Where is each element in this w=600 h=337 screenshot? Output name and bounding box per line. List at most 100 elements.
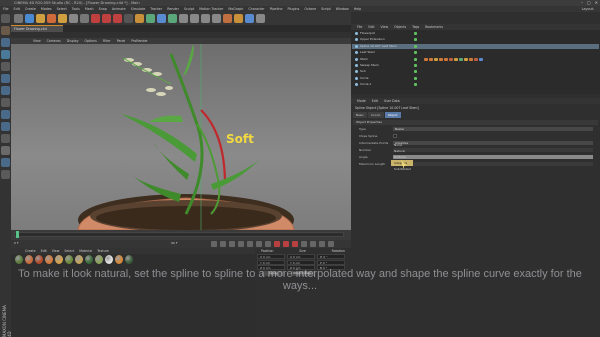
attribute-value[interactable] [393,155,593,159]
toolbar-icon-3[interactable] [47,14,56,23]
timeline-ruler[interactable] [14,232,344,237]
transport-button-11[interactable] [310,241,316,247]
toolbar-icon-5[interactable] [69,14,78,23]
transport-button-12[interactable] [319,241,325,247]
transport-button-7[interactable] [274,241,280,247]
attribute-menu-mode[interactable]: Mode [357,98,366,104]
visibility-check-icon[interactable] [414,32,417,35]
material-swatch[interactable] [45,255,53,264]
toolbar-icon-1[interactable] [25,14,34,23]
transport-button-5[interactable] [256,241,262,247]
intermediate-points-dropdown[interactable]: None Natural Uniform Adaptive Subdivided [391,142,413,176]
toolbar-icon-13[interactable] [157,14,166,23]
material-swatch[interactable] [85,255,93,264]
left-tool-icon-13[interactable] [1,170,10,179]
transport-button-9[interactable] [292,241,298,247]
object-tag-icon[interactable] [449,57,453,61]
toolbar-icon-18[interactable] [212,14,221,23]
object-row[interactable]: Circle.1 [352,82,599,87]
toolbar-icon-19[interactable] [223,14,232,23]
transport-button-10[interactable] [301,241,307,247]
transport-button-3[interactable] [238,241,244,247]
object-row[interactable]: Stem [352,57,599,62]
object-tag-icon[interactable] [464,57,468,61]
material-swatch[interactable] [55,255,63,264]
object-row[interactable]: Leaf Stem [352,50,599,55]
material-swatch[interactable] [65,255,73,264]
coordinate-field[interactable]: H 0 ° [317,254,345,259]
toolbar-icon-11[interactable] [135,14,144,23]
visibility-check-icon[interactable] [414,38,417,42]
object-row[interactable]: Flowerpot [352,31,599,36]
material-swatch[interactable] [35,255,43,264]
left-tool-icon-7[interactable] [1,98,10,107]
visibility-check-icon[interactable] [414,76,417,80]
transport-button-6[interactable] [265,241,271,247]
left-tool-icon-2[interactable] [1,38,10,47]
object-tag-icon[interactable] [429,57,433,61]
toolbar-icon-9[interactable] [113,14,122,23]
attribute-value[interactable] [393,148,593,152]
material-swatch[interactable] [115,255,123,264]
material-swatch[interactable] [75,255,83,264]
visibility-check-icon[interactable] [414,70,417,74]
coordinate-field[interactable]: Y 0 cm [287,259,315,265]
attribute-value[interactable]: Adaptive [393,141,593,145]
left-tool-icon-3[interactable] [1,50,10,59]
visibility-check-icon[interactable] [414,57,417,61]
toolbar-icon-21[interactable] [245,14,254,23]
toolbar-icon-15[interactable] [179,14,188,23]
left-tool-icon-10[interactable] [1,134,10,143]
object-row[interactable]: Upper Extension [352,37,599,42]
dropdown-option-subdivided[interactable]: Subdivided [391,166,413,172]
object-tag-icon[interactable] [454,57,458,61]
toolbar-icon-17[interactable] [201,14,210,23]
object-tag-icon[interactable] [474,57,478,61]
close-spline-checkbox[interactable] [393,134,397,138]
object-row[interactable]: Soil [352,69,599,74]
toolbar-icon-14[interactable] [168,14,177,23]
toolbar-icon-6[interactable] [80,14,89,23]
transport-button-2[interactable] [229,241,235,247]
visibility-check-icon[interactable] [414,51,417,55]
toolbar-icon-22[interactable] [256,14,265,23]
left-tool-icon-0[interactable] [1,14,10,23]
document-tab[interactable]: Flower Drawing.c4d [11,25,63,32]
object-tag-icon[interactable] [444,57,448,61]
toolbar-icon-4[interactable] [58,14,67,23]
toolbar-icon-12[interactable] [146,14,155,23]
visibility-check-icon[interactable] [414,64,417,67]
coordinate-field[interactable]: P 0 ° [317,259,345,265]
coordinate-field[interactable]: X 0 cm [287,254,315,259]
tab-object[interactable]: Object [384,112,401,118]
visibility-check-icon[interactable] [414,44,417,48]
material-swatch[interactable] [15,255,23,264]
transport-button-0[interactable] [211,241,217,247]
attribute-value[interactable] [393,162,593,166]
object-tag-icon[interactable] [469,57,473,61]
object-tag-icon[interactable] [434,57,438,61]
left-tool-icon-6[interactable] [1,86,10,95]
toolbar-icon-20[interactable] [234,14,243,23]
coordinate-field[interactable]: Y 0 cm [257,259,285,265]
attribute-menu-user-data[interactable]: User Data [384,98,400,104]
left-tool-icon-11[interactable] [1,146,10,155]
left-tool-icon-1[interactable] [1,26,10,35]
left-tool-icon-8[interactable] [1,110,10,119]
toolbar-icon-10[interactable] [124,14,133,23]
transport-button-4[interactable] [247,241,253,247]
attribute-value[interactable]: Bezier [393,127,593,131]
end-frame-field[interactable]: 90 F [171,241,178,245]
object-tag-icon[interactable] [479,57,483,61]
left-tool-icon-5[interactable] [1,74,10,83]
current-frame-field[interactable]: 0 F [14,241,19,245]
object-properties-section[interactable]: Object Properties [353,120,598,125]
attribute-menu-edit[interactable]: Edit [372,98,378,104]
object-tag-icon[interactable] [439,57,443,61]
transport-button-1[interactable] [220,241,226,247]
object-tag-icon[interactable] [424,57,428,61]
tab-basic[interactable]: Basic [353,112,367,118]
object-row[interactable]: Spline 10.007 Leaf Stem [352,43,599,49]
toolbar-icon-16[interactable] [190,14,199,23]
transport-button-8[interactable] [283,241,289,247]
